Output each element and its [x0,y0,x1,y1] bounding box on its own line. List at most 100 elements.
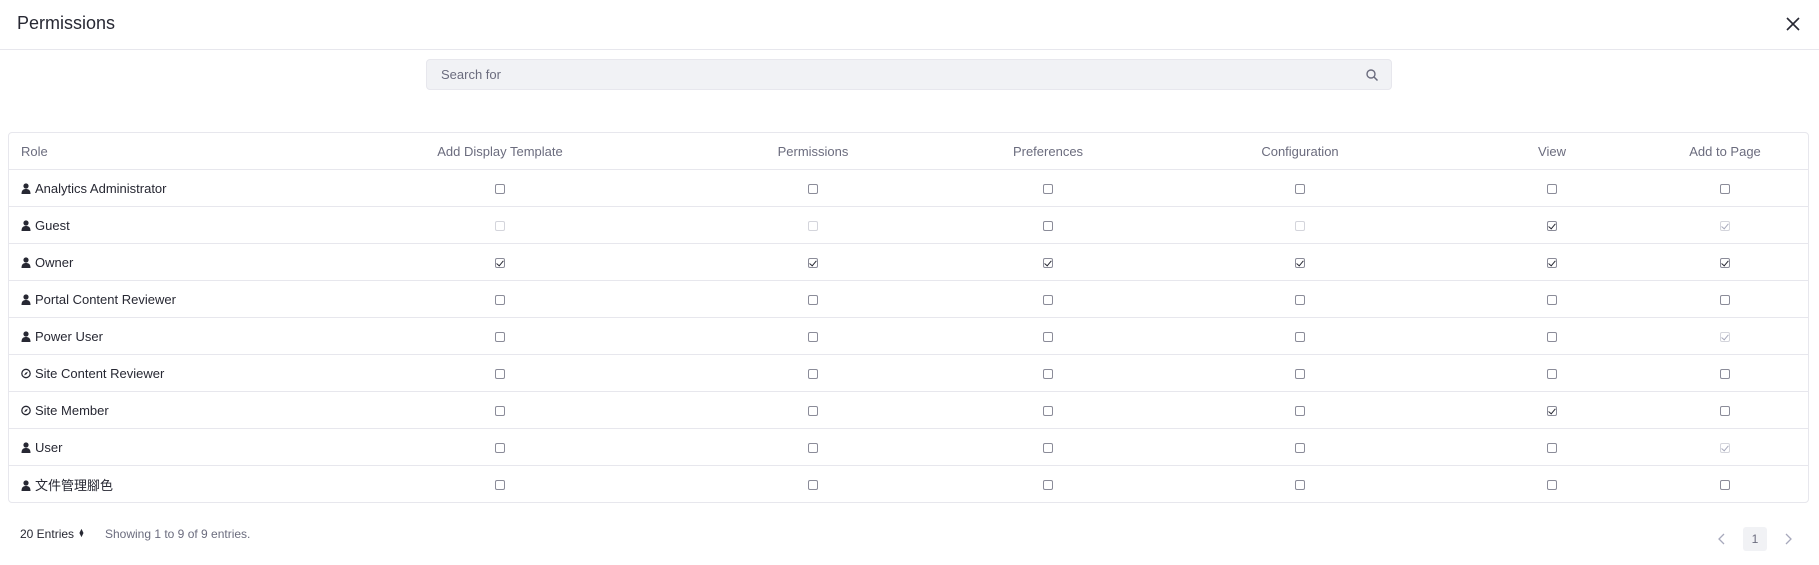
search-icon[interactable] [1365,68,1379,82]
permission-checkbox[interactable] [1720,258,1730,269]
permission-checkbox[interactable] [808,295,818,306]
permission-cell [958,243,1138,281]
permission-checkbox[interactable] [1720,184,1730,195]
user-icon [21,330,31,342]
permission-checkbox[interactable] [1295,369,1305,380]
permission-cell [1138,354,1462,392]
permission-cell [1642,206,1808,244]
permission-checkbox[interactable] [495,369,505,380]
permission-checkbox[interactable] [1547,295,1557,306]
permission-checkbox[interactable] [808,480,818,491]
permission-checkbox[interactable] [1547,406,1557,417]
permission-checkbox[interactable] [1547,332,1557,343]
permission-checkbox[interactable] [1547,369,1557,380]
permission-checkbox[interactable] [1295,406,1305,417]
permission-cell [1462,280,1642,318]
permission-checkbox[interactable] [1043,406,1053,417]
permission-cell [1462,243,1642,281]
permission-checkbox[interactable] [1043,443,1053,454]
permission-checkbox[interactable] [1720,295,1730,306]
permission-cell [668,317,958,355]
permission-checkbox[interactable] [808,184,818,195]
close-icon [1786,17,1800,31]
next-page-button[interactable] [1777,528,1799,550]
close-button[interactable] [1783,14,1803,34]
permissions-table: Role Add Display Template Permissions Prefe… [8,132,1809,503]
compass-icon [21,368,31,379]
permission-checkbox[interactable] [1547,221,1557,232]
permission-checkbox[interactable] [1295,295,1305,306]
permission-checkbox[interactable] [1547,184,1557,195]
permission-checkbox[interactable] [1720,406,1730,417]
permission-checkbox[interactable] [495,295,505,306]
permission-checkbox[interactable] [1295,258,1305,269]
permission-checkbox[interactable] [495,332,505,343]
permission-checkbox[interactable] [1043,258,1053,269]
permission-checkbox[interactable] [495,443,505,454]
role-name: Guest [35,217,70,233]
permission-checkbox[interactable] [495,258,505,269]
table-row: Site Content Reviewer [9,354,1808,392]
permission-checkbox [1720,221,1730,232]
user-icon [21,182,31,194]
permission-cell [1462,354,1642,392]
chevron-left-icon [1718,533,1725,545]
permission-cell [332,243,668,281]
user-icon [21,479,31,491]
entries-per-page-label: 20 Entries [20,527,75,541]
permission-checkbox[interactable] [1720,369,1730,380]
role-name: User [35,439,63,455]
permission-checkbox[interactable] [1043,332,1053,343]
permission-cell [1642,391,1808,429]
permission-checkbox[interactable] [495,184,505,195]
permission-checkbox[interactable] [1547,443,1557,454]
permission-checkbox[interactable] [808,443,818,454]
search-input[interactable] [427,60,1391,89]
pagination: 1 [1711,527,1799,551]
permission-cell [958,391,1138,429]
permission-cell [1138,391,1462,429]
permission-checkbox[interactable] [1295,332,1305,343]
permission-checkbox[interactable] [1295,480,1305,491]
table-row: Portal Content Reviewer [9,280,1808,318]
role-cell: Guest [9,206,332,244]
modal-header: Permissions [0,0,1819,50]
permission-cell [332,391,668,429]
role-name: Portal Content Reviewer [35,291,176,307]
table-body: Analytics Administrator Guest Owner Portal … [9,169,1808,503]
permission-checkbox[interactable] [1295,184,1305,195]
permission-checkbox[interactable] [1043,184,1053,195]
permission-checkbox[interactable] [1547,258,1557,269]
permission-checkbox [808,221,818,232]
permission-cell [1462,169,1642,207]
permission-checkbox[interactable] [1295,443,1305,454]
permission-checkbox[interactable] [495,406,505,417]
role-name: Analytics Administrator [35,180,167,196]
page-number-button[interactable]: 1 [1743,527,1767,551]
permission-cell [1642,466,1808,503]
role-name: Owner [35,254,74,270]
table-row: Guest [9,206,1808,244]
permission-checkbox[interactable] [808,258,818,269]
permission-checkbox[interactable] [808,406,818,417]
permission-checkbox[interactable] [808,369,818,380]
permission-cell [668,206,958,244]
permission-checkbox[interactable] [808,332,818,343]
permission-cell [332,206,668,244]
permission-checkbox[interactable] [1043,221,1053,232]
permission-checkbox[interactable] [1043,480,1053,491]
table-row: Analytics Administrator [9,169,1808,207]
permission-checkbox[interactable] [1720,480,1730,491]
permission-checkbox[interactable] [1547,480,1557,491]
permission-checkbox[interactable] [495,480,505,491]
permission-checkbox[interactable] [1043,295,1053,306]
permission-cell [1462,391,1642,429]
user-icon [21,293,31,305]
permission-cell [668,466,958,503]
entries-per-page-select[interactable]: 20 Entries ▲ ▼ [20,527,85,541]
user-icon [21,219,31,231]
previous-page-button[interactable] [1711,528,1733,550]
permission-cell [1462,317,1642,355]
chevron-right-icon [1785,533,1792,545]
permission-checkbox[interactable] [1043,369,1053,380]
